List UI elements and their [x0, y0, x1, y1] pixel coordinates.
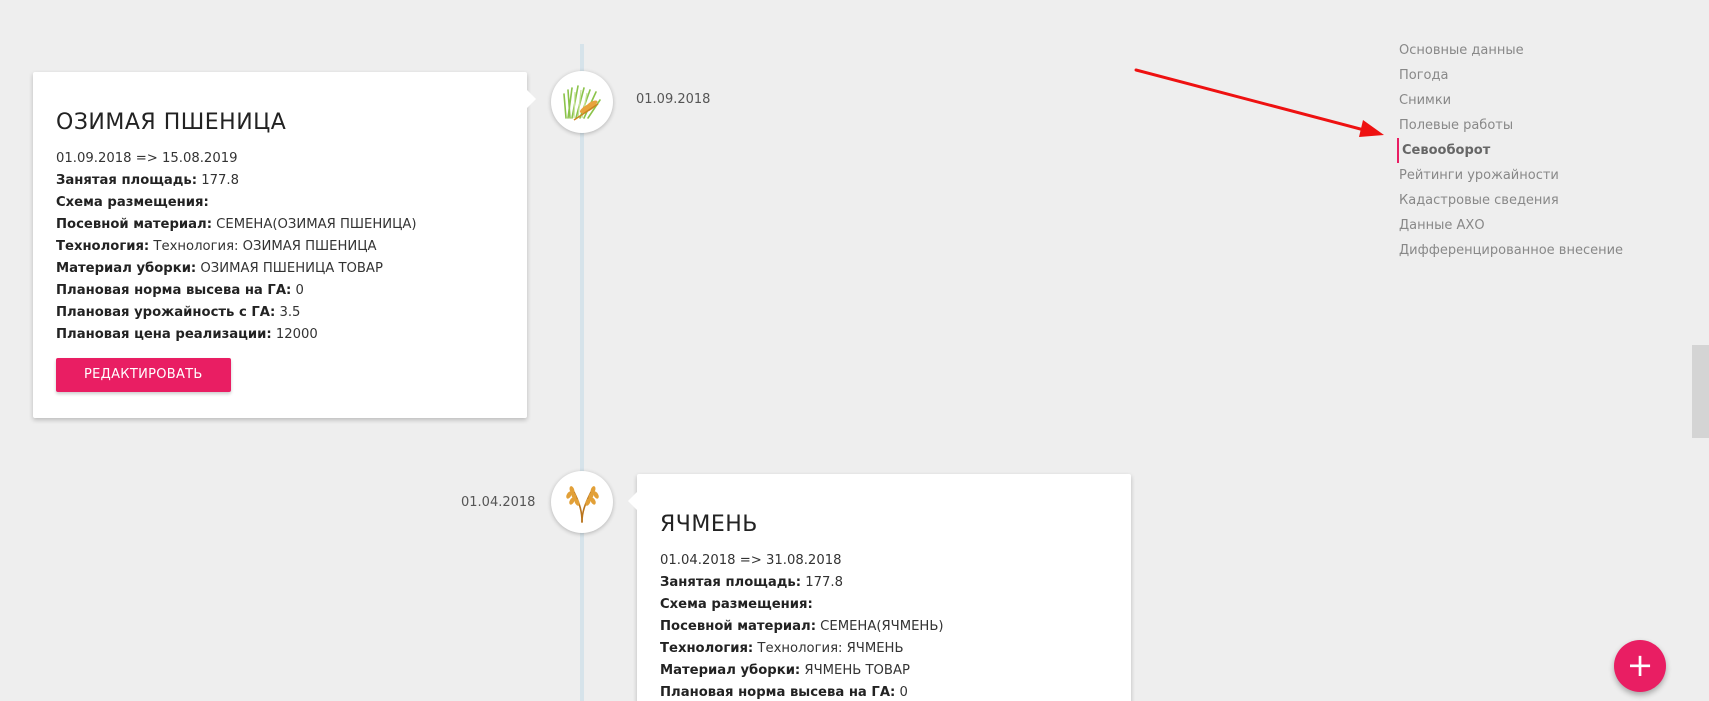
nav-item-agrochem-data[interactable]: Данные АХО: [1399, 213, 1623, 238]
nav-item-weather[interactable]: Погода: [1399, 63, 1623, 88]
crop-period: 01.04.2018 => 31.08.2018: [660, 553, 842, 568]
nav-item-images[interactable]: Снимки: [1399, 88, 1623, 113]
info-row-planned-price: Плановая цена реализации: 12000: [56, 327, 318, 342]
info-row-seeding-rate: Плановая норма высева на ГА: 0: [660, 685, 908, 700]
crop-title: ЯЧМЕНЬ: [660, 512, 758, 537]
add-button[interactable]: +: [1614, 640, 1666, 692]
wheat-golden-icon: [566, 486, 599, 523]
timeline-date: 01.04.2018: [461, 495, 536, 510]
edit-button[interactable]: РЕДАКТИРОВАТЬ: [56, 358, 231, 392]
nav-item-crop-rotation[interactable]: Севооборот: [1397, 138, 1623, 163]
info-row-technology: Технология: Технология: ОЗИМАЯ ПШЕНИЦА: [56, 239, 377, 254]
info-row-area: Занятая площадь: 177.8: [660, 575, 843, 590]
info-row-seeding-rate: Плановая норма высева на ГА: 0: [56, 283, 304, 298]
timeline-date: 01.09.2018: [636, 92, 711, 107]
crop-period: 01.09.2018 => 15.08.2019: [56, 151, 238, 166]
info-row-layout-scheme: Схема размещения:: [660, 597, 813, 612]
info-row-harvest-material: Материал уборки: ЯЧМЕНЬ ТОВАР: [660, 663, 910, 678]
crop-icon-winter-wheat: [551, 71, 613, 133]
crop-title: ОЗИМАЯ ПШЕНИЦА: [56, 110, 287, 135]
nav-item-field-works[interactable]: Полевые работы: [1399, 113, 1623, 138]
crop-card-winter-wheat: ОЗИМАЯ ПШЕНИЦА 01.09.2018 => 15.08.2019 …: [33, 72, 536, 418]
annotation-arrow: [1134, 68, 1384, 137]
nav-item-yield-ratings[interactable]: Рейтинги урожайности: [1399, 163, 1623, 188]
crop-card-barley: ЯЧМЕНЬ 01.04.2018 => 31.08.2018 Занятая …: [628, 474, 1131, 701]
page: ОЗИМАЯ ПШЕНИЦА 01.09.2018 => 15.08.2019 …: [0, 0, 1709, 701]
info-row-seed-material: Посевной материал: СЕМЕНА(ОЗИМАЯ ПШЕНИЦА…: [56, 217, 417, 232]
info-row-area: Занятая площадь: 177.8: [56, 173, 239, 188]
section-nav: Основные данные Погода Снимки Полевые ра…: [1397, 38, 1623, 263]
scrollbar[interactable]: [1692, 0, 1709, 701]
nav-item-main-data[interactable]: Основные данные: [1399, 38, 1623, 63]
info-row-seed-material: Посевной материал: СЕМЕНА(ЯЧМЕНЬ): [660, 619, 944, 634]
info-row-layout-scheme: Схема размещения:: [56, 195, 209, 210]
crop-icon-barley: [551, 471, 613, 533]
wheat-green-icon: [563, 85, 601, 121]
plus-icon: +: [1626, 646, 1654, 684]
nav-item-variable-rate[interactable]: Дифференцированное внесение: [1399, 238, 1623, 263]
nav-item-cadastral-info[interactable]: Кадастровые сведения: [1399, 188, 1623, 213]
info-row-planned-yield: Плановая урожайность с ГА: 3.5: [56, 305, 301, 320]
info-row-technology: Технология: Технология: ЯЧМЕНЬ: [660, 641, 904, 656]
info-row-harvest-material: Материал уборки: ОЗИМАЯ ПШЕНИЦА ТОВАР: [56, 261, 383, 276]
scrollbar-thumb[interactable]: [1692, 345, 1709, 438]
timeline-line: [580, 44, 584, 701]
